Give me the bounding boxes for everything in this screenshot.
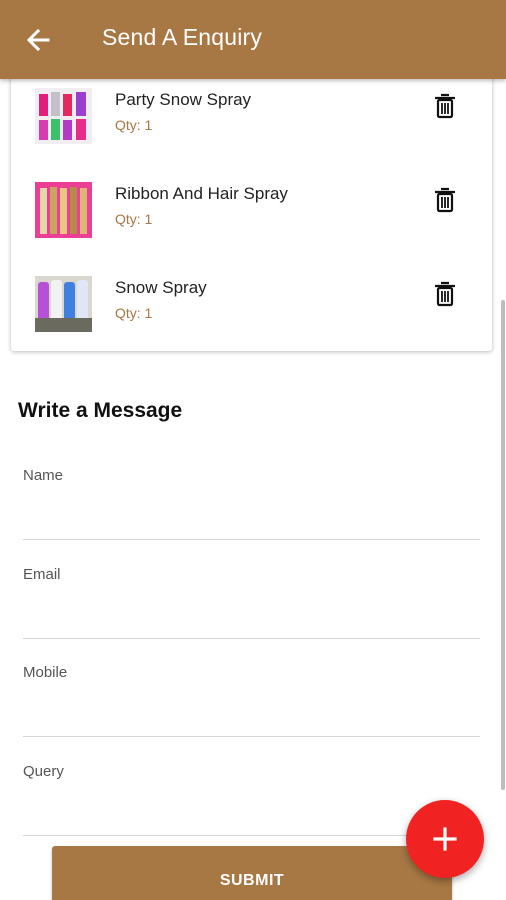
app-bar: Send A Enquiry (0, 0, 506, 79)
product-image (35, 182, 92, 238)
page-title: Send A Enquiry (102, 24, 263, 50)
name-field-label: Name (23, 467, 64, 484)
plus-icon (433, 827, 457, 851)
email-field[interactable]: Email (23, 566, 480, 646)
arrow-left-icon (26, 28, 50, 52)
item-quantity: Qty: 1 (115, 305, 153, 321)
cart-item[interactable]: Party Snow Spray Qty: 1 (11, 86, 492, 156)
add-fab-button[interactable] (406, 800, 484, 878)
mobile-input[interactable] (23, 690, 480, 732)
product-image (35, 88, 92, 144)
mobile-field-underline (23, 736, 480, 737)
name-input[interactable] (23, 493, 480, 535)
query-field-label: Query (23, 763, 64, 780)
delete-item-button[interactable] (430, 185, 460, 215)
delete-item-button[interactable] (430, 91, 460, 121)
email-input[interactable] (23, 592, 480, 634)
item-quantity: Qty: 1 (115, 117, 153, 133)
email-field-label: Email (23, 566, 61, 583)
submit-button[interactable]: SUBMIT (52, 846, 452, 900)
mobile-field-label: Mobile (23, 664, 68, 681)
item-name: Snow Spray (115, 278, 207, 297)
name-field[interactable]: Name (23, 467, 480, 547)
email-field-underline (23, 638, 480, 639)
item-name: Party Snow Spray (115, 90, 252, 109)
cart-item[interactable]: Ribbon And Hair Spray Qty: 1 (11, 180, 492, 250)
trash-icon (435, 93, 455, 119)
cart-items-card: Party Snow Spray Qty: 1 Ribbon And Hair … (11, 60, 492, 351)
cart-item[interactable]: Snow Spray Qty: 1 (11, 274, 492, 344)
trash-icon (435, 187, 455, 213)
trash-icon (435, 281, 455, 307)
submit-button-label: SUBMIT (219, 872, 285, 889)
scrollbar[interactable] (501, 300, 505, 790)
product-image (35, 276, 92, 332)
item-name: Ribbon And Hair Spray (115, 184, 288, 203)
name-field-underline (23, 539, 480, 540)
back-button[interactable] (22, 24, 54, 56)
mobile-field[interactable]: Mobile (23, 664, 480, 744)
message-section-title: Write a Message (18, 399, 183, 422)
item-quantity: Qty: 1 (115, 211, 153, 227)
delete-item-button[interactable] (430, 279, 460, 309)
